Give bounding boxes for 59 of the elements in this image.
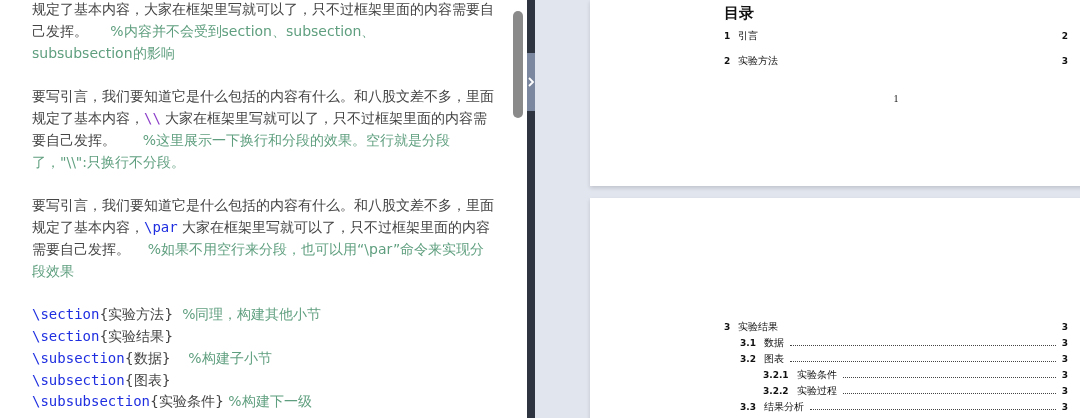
toc-number: 1 [724, 30, 731, 43]
code-text: 规定了基本内容， [32, 110, 144, 126]
toc-page-number: 2 [1061, 30, 1068, 43]
toc-title: 实验方法 [738, 54, 779, 68]
code-text: 规定了基本内容， [32, 218, 144, 235]
code-comment: %如果不用空行来分段，也可以用“\par”命令来实现分 [147, 240, 485, 257]
latex-command: \subsection [32, 349, 125, 366]
toc-title: 实验结果 [738, 320, 779, 334]
toc-page-number: 3 [1061, 337, 1068, 350]
code-text: {实验方法} [99, 306, 175, 323]
code-text: 大家在框架里写就可以了，只不过框架里面的内容需 [164, 110, 488, 126]
latex-command: \section [32, 306, 100, 323]
code-text: 要写引言，我们要知道它是什么包括的内容有什么。和八股文差不多，里面 [32, 197, 494, 214]
code-text: {实验条件} [150, 393, 225, 410]
toc-number: 3.3 [740, 401, 756, 414]
code-comment: %同理，构建其他小节 [182, 306, 322, 323]
toc-title: 图表 [763, 353, 784, 366]
code-text: 需要自己发挥。 [32, 240, 131, 257]
code-text: {实验结果} [99, 327, 174, 344]
toc-page-number: 3 [1061, 321, 1068, 334]
scrollbar-thumb[interactable] [513, 11, 523, 118]
code-text: 大家在框架里写就可以了，只不过框架里面的内容 [181, 218, 491, 235]
page-number: 1 [893, 93, 899, 104]
toc-number: 3.2 [740, 353, 756, 366]
toc-title: 数据 [763, 337, 784, 350]
latex-command: \\ [144, 110, 161, 126]
toc-number: 3.2.1 [763, 369, 789, 382]
toc-number: 2 [724, 55, 731, 68]
latex-command: \subsection [32, 371, 125, 388]
toc-page-number: 3 [1061, 401, 1068, 414]
code-comment: %内容并不会受到section、subsection、 [110, 22, 376, 39]
latex-command: \subsubsection [32, 393, 150, 410]
toc-number: 3.1 [740, 337, 756, 350]
toc-page-number: 3 [1061, 369, 1068, 382]
code-comment: %构建下一级 [228, 393, 312, 410]
toc-page-number: 3 [1061, 385, 1068, 398]
code-comment: 了，"\\":只换行不分段。 [32, 153, 186, 170]
toc-number: 3 [724, 321, 731, 334]
latex-command: \section [32, 327, 100, 344]
toc-title: 结果分析 [763, 401, 804, 414]
toc-heading: 目录 [724, 4, 755, 23]
code-text: 要写引言，我们要知道它是什么包括的内容有什么。和八股文差不多，里面 [32, 88, 494, 105]
toc-page-number: 3 [1061, 55, 1068, 68]
toc-title: 实验条件 [796, 368, 837, 382]
code-text: 要自己发挥。 [32, 131, 117, 148]
code-comment: %这里展示一下换行和分段的效果。空行就是分段 [142, 131, 450, 148]
toc-title: 实验过程 [796, 384, 837, 398]
toc-number: 3.2.2 [763, 385, 789, 398]
code-text: 己发挥。 [32, 22, 89, 39]
code-comment: %构建子小节 [188, 349, 272, 366]
toc-page-number: 3 [1061, 353, 1068, 366]
code-comment: subsubsection的影响 [32, 44, 175, 61]
code-comment: 段效果 [32, 262, 74, 279]
toc-title: 引言 [738, 29, 759, 43]
code-text: 规定了基本内容，大家在框架里写就可以了，只不过框架里面的内容需要自 [32, 1, 494, 17]
expand-preview-button[interactable] [527, 53, 535, 111]
code-text: {数据} [124, 349, 172, 366]
latex-command: \par [144, 218, 178, 235]
code-text: {图表} [124, 371, 171, 388]
